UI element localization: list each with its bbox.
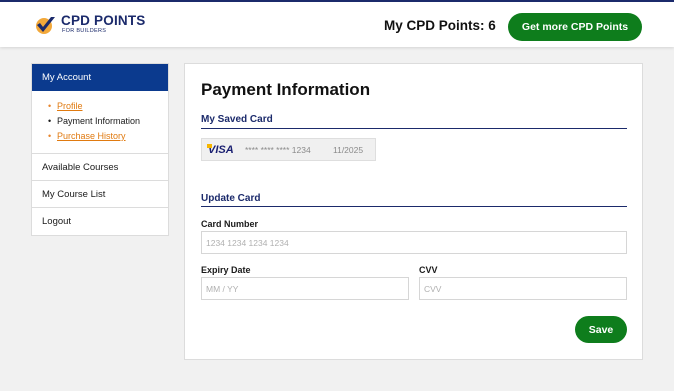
top-bar: CPD POINTS FOR BUILDERS My CPD Points: 6…	[0, 0, 674, 47]
checkmark-badge-icon	[36, 17, 55, 34]
cvv-label: CVV	[419, 265, 438, 275]
cvv-input[interactable]	[419, 277, 627, 300]
expiry-date-label: Expiry Date	[201, 265, 251, 275]
sidebar-item-logout[interactable]: Logout	[32, 208, 168, 235]
card-number-label: Card Number	[201, 219, 259, 229]
update-card-heading: Update Card	[201, 193, 261, 204]
expiry-date-input[interactable]	[201, 277, 409, 300]
submenu-item-purchase-history[interactable]: Purchase History	[48, 129, 168, 144]
brand-logo[interactable]: CPD POINTS FOR BUILDERS	[33, 12, 163, 40]
account-sidebar: My Account Profile Payment Information P…	[31, 63, 169, 236]
get-more-points-button[interactable]: Get more CPD Points	[508, 13, 642, 41]
section-divider	[201, 128, 627, 129]
saved-card[interactable]: VISA **** **** **** 1234 11/2025	[201, 138, 376, 161]
save-button[interactable]: Save	[575, 316, 627, 343]
account-submenu: Profile Payment Information Purchase His…	[32, 91, 168, 154]
payment-panel: Payment Information My Saved Card VISA *…	[184, 63, 643, 360]
visa-logo-icon: VISA	[207, 143, 245, 156]
card-expiry: 11/2025	[333, 144, 364, 155]
masked-card-number: **** **** **** 1234	[245, 144, 311, 155]
sidebar-item-available-courses[interactable]: Available Courses	[32, 154, 168, 181]
brand-subtitle: FOR BUILDERS	[62, 28, 107, 34]
saved-card-heading: My Saved Card	[201, 114, 273, 125]
sidebar-item-my-course-list[interactable]: My Course List	[32, 181, 168, 208]
section-divider	[201, 206, 627, 207]
brand-title: CPD POINTS	[61, 13, 146, 28]
submenu-item-payment-information[interactable]: Payment Information	[48, 114, 168, 129]
sidebar-item-my-account[interactable]: My Account	[32, 64, 168, 91]
card-number-input[interactable]	[201, 231, 627, 254]
cpd-points-counter: My CPD Points: 6	[384, 18, 496, 33]
submenu-item-profile[interactable]: Profile	[48, 99, 168, 114]
page-title: Payment Information	[201, 80, 371, 99]
